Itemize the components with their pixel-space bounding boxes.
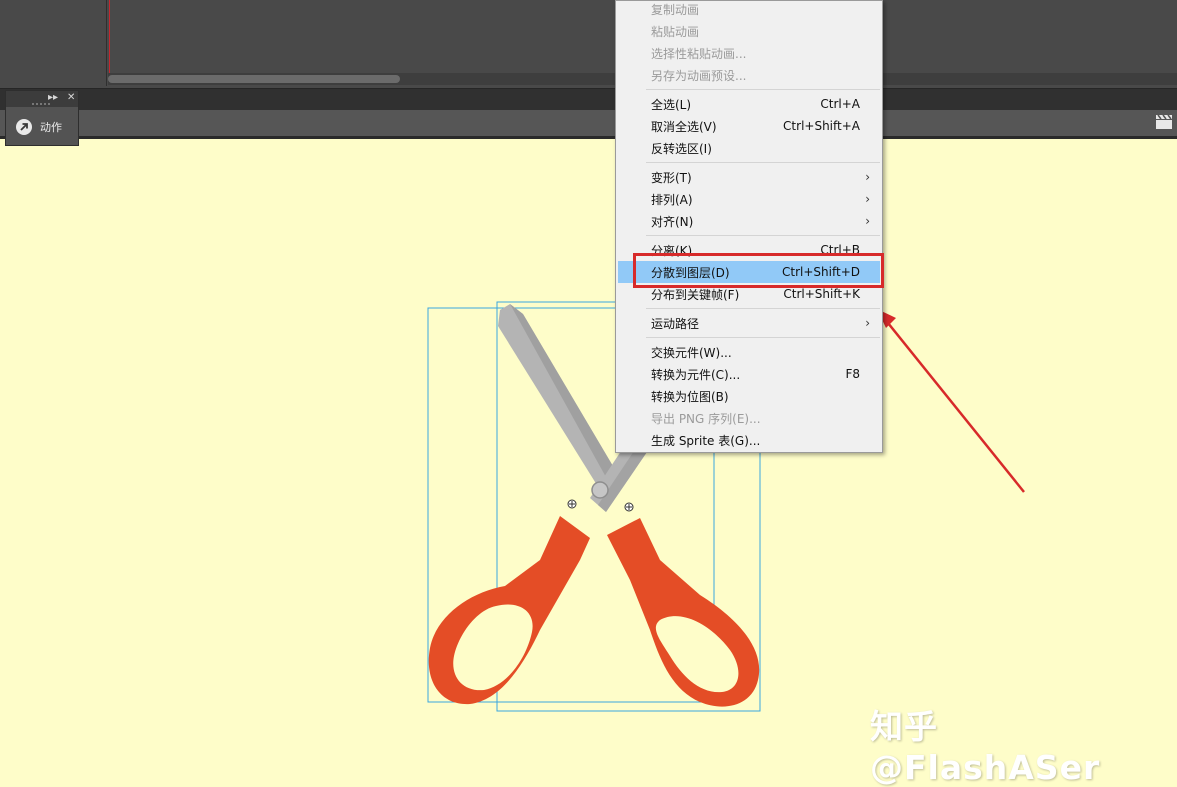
menu-item-label: 运动路径	[651, 316, 700, 331]
menu-separator	[646, 337, 880, 338]
menu-item-label: 排列(A)	[651, 192, 693, 207]
menu-item-label: 复制动画	[651, 2, 700, 17]
menu-item-shortcut: F8	[845, 367, 860, 381]
annotation-highlight-box	[633, 253, 884, 288]
menu-item[interactable]: 反转选区(I)	[618, 137, 880, 159]
menu-item[interactable]: 交换元件(W)...	[618, 341, 880, 363]
menu-item: 选择性粘贴动画...	[618, 42, 880, 64]
menu-item[interactable]: 排列(A) ›	[618, 188, 880, 210]
menu-item[interactable]: 全选(L) Ctrl+A	[618, 93, 880, 115]
menu-item-label: 取消全选(V)	[651, 119, 717, 134]
submenu-chevron-icon: ›	[865, 316, 870, 330]
menu-item-label: 转换为元件(C)...	[651, 367, 741, 382]
menu-item-label: 选择性粘贴动画...	[651, 46, 747, 61]
submenu-chevron-icon: ›	[865, 192, 870, 206]
menu-item-shortcut: Ctrl+A	[820, 97, 860, 111]
transform-point-right[interactable]	[624, 502, 634, 512]
scissor-blade-left-shade	[510, 304, 620, 488]
menu-item[interactable]: 运动路径 ›	[618, 312, 880, 334]
menu-item[interactable]: 对齐(N) ›	[618, 210, 880, 232]
menu-item[interactable]: 转换为元件(C)... F8	[618, 363, 880, 385]
context-menu[interactable]: 复制动画粘贴动画选择性粘贴动画... 另存为动画预设... 全选(L) Ctrl+A 取…	[615, 0, 883, 453]
menu-item-label: 粘贴动画	[651, 24, 700, 39]
menu-item-label: 导出 PNG 序列(E)...	[651, 411, 761, 426]
menu-item: 另存为动画预设...	[618, 64, 880, 86]
menu-item[interactable]: 生成 Sprite 表(G)...	[618, 429, 880, 451]
menu-item-label: 对齐(N)	[651, 214, 694, 229]
menu-item: 复制动画	[618, 0, 880, 20]
transform-point-left[interactable]	[567, 499, 577, 509]
menu-item: 粘贴动画	[618, 20, 880, 42]
scissor-pivot	[591, 481, 609, 499]
menu-item-shortcut: Ctrl+Shift+A	[783, 119, 860, 133]
menu-item[interactable]: 变形(T) ›	[618, 166, 880, 188]
stage-artwork[interactable]	[0, 0, 1177, 770]
menu-item: 导出 PNG 序列(E)...	[618, 407, 880, 429]
menu-item[interactable]: 取消全选(V) Ctrl+Shift+A	[618, 115, 880, 137]
menu-item-label: 交换元件(W)...	[651, 345, 732, 360]
menu-item-label: 反转选区(I)	[651, 141, 712, 156]
menu-item-label: 分布到关键帧(F)	[651, 287, 740, 302]
menu-item-label: 变形(T)	[651, 170, 692, 185]
menu-item-label: 转换为位图(B)	[651, 389, 729, 404]
menu-separator	[646, 235, 880, 236]
annotation-arrow-line	[883, 317, 1025, 493]
menu-separator	[646, 162, 880, 163]
menu-item[interactable]: 转换为位图(B)	[618, 385, 880, 407]
menu-item-shortcut: Ctrl+Shift+K	[783, 287, 860, 301]
menu-separator	[646, 89, 880, 90]
menu-item-label: 另存为动画预设...	[651, 68, 747, 83]
watermark: 知乎 @FlashASer	[870, 707, 1101, 787]
menu-item-label: 生成 Sprite 表(G)...	[651, 433, 761, 448]
menu-separator	[646, 308, 880, 309]
submenu-chevron-icon: ›	[865, 170, 870, 184]
submenu-chevron-icon: ›	[865, 214, 870, 228]
menu-item-label: 全选(L)	[651, 97, 692, 112]
